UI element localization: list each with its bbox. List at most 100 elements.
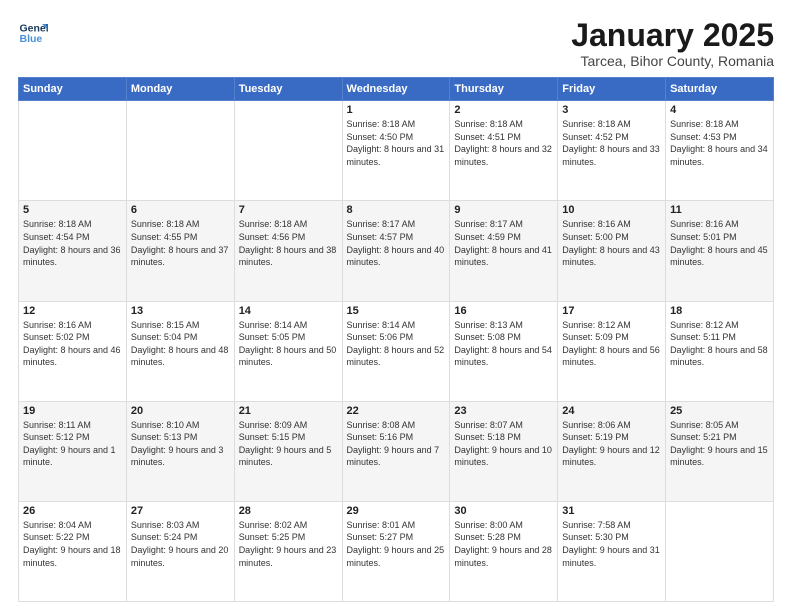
calendar-week-row: 5 Sunrise: 8:18 AM Sunset: 4:54 PM Daylig… — [19, 201, 774, 301]
table-row: 1 Sunrise: 8:18 AM Sunset: 4:50 PM Daylig… — [342, 101, 450, 201]
logo-icon: General Blue — [18, 18, 48, 48]
day-info: Sunrise: 8:10 AM Sunset: 5:13 PM Dayligh… — [131, 419, 230, 469]
day-number: 14 — [239, 305, 338, 317]
day-number: 4 — [670, 104, 769, 116]
calendar-header-row: Sunday Monday Tuesday Wednesday Thursday… — [19, 78, 774, 101]
col-wednesday: Wednesday — [342, 78, 450, 101]
page: General Blue January 2025 Tarcea, Bihor … — [0, 0, 792, 612]
day-number: 1 — [347, 104, 446, 116]
logo: General Blue — [18, 18, 48, 48]
col-saturday: Saturday — [666, 78, 774, 101]
day-number: 16 — [454, 305, 553, 317]
day-number: 21 — [239, 405, 338, 417]
day-info: Sunrise: 8:01 AM Sunset: 5:27 PM Dayligh… — [347, 519, 446, 569]
day-info: Sunrise: 8:06 AM Sunset: 5:19 PM Dayligh… — [562, 419, 661, 469]
day-number: 22 — [347, 405, 446, 417]
day-number: 25 — [670, 405, 769, 417]
calendar-week-row: 1 Sunrise: 8:18 AM Sunset: 4:50 PM Daylig… — [19, 101, 774, 201]
table-row: 21 Sunrise: 8:09 AM Sunset: 5:15 PM Dayli… — [234, 401, 342, 501]
table-row: 7 Sunrise: 8:18 AM Sunset: 4:56 PM Daylig… — [234, 201, 342, 301]
day-info: Sunrise: 8:11 AM Sunset: 5:12 PM Dayligh… — [23, 419, 122, 469]
table-row: 8 Sunrise: 8:17 AM Sunset: 4:57 PM Daylig… — [342, 201, 450, 301]
day-info: Sunrise: 8:12 AM Sunset: 5:11 PM Dayligh… — [670, 319, 769, 369]
table-row — [234, 101, 342, 201]
table-row: 5 Sunrise: 8:18 AM Sunset: 4:54 PM Daylig… — [19, 201, 127, 301]
day-info: Sunrise: 8:07 AM Sunset: 5:18 PM Dayligh… — [454, 419, 553, 469]
day-info: Sunrise: 8:18 AM Sunset: 4:52 PM Dayligh… — [562, 118, 661, 168]
day-number: 13 — [131, 305, 230, 317]
table-row: 9Sunrise: 8:17 AM Sunset: 4:59 PM Daylig… — [450, 201, 558, 301]
table-row: 31 Sunrise: 7:58 AM Sunset: 5:30 PM Dayli… — [558, 501, 666, 601]
day-info: Sunrise: 8:18 AM Sunset: 4:51 PM Dayligh… — [454, 118, 553, 168]
day-number: 28 — [239, 505, 338, 517]
table-row: 13Sunrise: 8:15 AM Sunset: 5:04 PM Dayli… — [126, 301, 234, 401]
day-info: Sunrise: 8:08 AM Sunset: 5:16 PM Dayligh… — [347, 419, 446, 469]
day-info: Sunrise: 8:18 AM Sunset: 4:55 PM Dayligh… — [131, 218, 230, 268]
table-row: 26 Sunrise: 8:04 AM Sunset: 5:22 PM Dayli… — [19, 501, 127, 601]
table-row — [19, 101, 127, 201]
day-number: 18 — [670, 305, 769, 317]
day-info: Sunrise: 8:04 AM Sunset: 5:22 PM Dayligh… — [23, 519, 122, 569]
table-row: 14Sunrise: 8:14 AM Sunset: 5:05 PM Dayli… — [234, 301, 342, 401]
day-number: 10 — [562, 204, 661, 216]
day-info: Sunrise: 8:18 AM Sunset: 4:50 PM Dayligh… — [347, 118, 446, 168]
col-friday: Friday — [558, 78, 666, 101]
title-block: January 2025 Tarcea, Bihor County, Roman… — [571, 18, 774, 69]
svg-text:Blue: Blue — [20, 33, 43, 45]
col-thursday: Thursday — [450, 78, 558, 101]
day-number: 31 — [562, 505, 661, 517]
table-row: 28 Sunrise: 8:02 AM Sunset: 5:25 PM Dayli… — [234, 501, 342, 601]
table-row: 27 Sunrise: 8:03 AM Sunset: 5:24 PM Dayli… — [126, 501, 234, 601]
table-row: 18 Sunrise: 8:12 AM Sunset: 5:11 PM Dayli… — [666, 301, 774, 401]
day-info: Sunrise: 8:16 AM Sunset: 5:02 PM Dayligh… — [23, 319, 122, 369]
col-monday: Monday — [126, 78, 234, 101]
col-tuesday: Tuesday — [234, 78, 342, 101]
day-number: 19 — [23, 405, 122, 417]
day-info: Sunrise: 8:12 AM Sunset: 5:09 PM Dayligh… — [562, 319, 661, 369]
table-row: 11 Sunrise: 8:16 AM Sunset: 5:01 PM Dayli… — [666, 201, 774, 301]
main-title: January 2025 — [571, 18, 774, 53]
day-info: Sunrise: 8:09 AM Sunset: 5:15 PM Dayligh… — [239, 419, 338, 469]
table-row: 2 Sunrise: 8:18 AM Sunset: 4:51 PM Daylig… — [450, 101, 558, 201]
table-row: 17 Sunrise: 8:12 AM Sunset: 5:09 PM Dayli… — [558, 301, 666, 401]
calendar-week-row: 19 Sunrise: 8:11 AM Sunset: 5:12 PM Dayli… — [19, 401, 774, 501]
header: General Blue January 2025 Tarcea, Bihor … — [18, 18, 774, 69]
day-number: 20 — [131, 405, 230, 417]
day-info: Sunrise: 8:03 AM Sunset: 5:24 PM Dayligh… — [131, 519, 230, 569]
day-number: 8 — [347, 204, 446, 216]
day-info: Sunrise: 8:17 AM Sunset: 4:57 PM Dayligh… — [347, 218, 446, 268]
day-info: Sunrise: 8:05 AM Sunset: 5:21 PM Dayligh… — [670, 419, 769, 469]
day-info: Sunrise: 8:18 AM Sunset: 4:56 PM Dayligh… — [239, 218, 338, 268]
table-row: 4 Sunrise: 8:18 AM Sunset: 4:53 PM Daylig… — [666, 101, 774, 201]
day-info: Sunrise: 8:02 AM Sunset: 5:25 PM Dayligh… — [239, 519, 338, 569]
table-row: 22 Sunrise: 8:08 AM Sunset: 5:16 PM Dayli… — [342, 401, 450, 501]
day-info: Sunrise: 8:16 AM Sunset: 5:00 PM Dayligh… — [562, 218, 661, 268]
day-number: 2 — [454, 104, 553, 116]
table-row: 12 Sunrise: 8:16 AM Sunset: 5:02 PM Dayli… — [19, 301, 127, 401]
day-info: Sunrise: 8:16 AM Sunset: 5:01 PM Dayligh… — [670, 218, 769, 268]
table-row: 23Sunrise: 8:07 AM Sunset: 5:18 PM Dayli… — [450, 401, 558, 501]
day-number: 27 — [131, 505, 230, 517]
table-row: 24Sunrise: 8:06 AM Sunset: 5:19 PM Dayli… — [558, 401, 666, 501]
day-number: 7 — [239, 204, 338, 216]
day-number: 5 — [23, 204, 122, 216]
day-number: 26 — [23, 505, 122, 517]
day-info: Sunrise: 8:18 AM Sunset: 4:54 PM Dayligh… — [23, 218, 122, 268]
day-number: 9 — [454, 204, 553, 216]
day-info: Sunrise: 8:18 AM Sunset: 4:53 PM Dayligh… — [670, 118, 769, 168]
calendar-week-row: 12 Sunrise: 8:16 AM Sunset: 5:02 PM Dayli… — [19, 301, 774, 401]
table-row: 20 Sunrise: 8:10 AM Sunset: 5:13 PM Dayli… — [126, 401, 234, 501]
day-number: 15 — [347, 305, 446, 317]
table-row: 25 Sunrise: 8:05 AM Sunset: 5:21 PM Dayli… — [666, 401, 774, 501]
day-info: Sunrise: 8:14 AM Sunset: 5:06 PM Dayligh… — [347, 319, 446, 369]
day-number: 12 — [23, 305, 122, 317]
day-info: Sunrise: 7:58 AM Sunset: 5:30 PM Dayligh… — [562, 519, 661, 569]
col-sunday: Sunday — [19, 78, 127, 101]
day-number: 11 — [670, 204, 769, 216]
table-row: 10 Sunrise: 8:16 AM Sunset: 5:00 PM Dayli… — [558, 201, 666, 301]
table-row: 19 Sunrise: 8:11 AM Sunset: 5:12 PM Dayli… — [19, 401, 127, 501]
day-number: 30 — [454, 505, 553, 517]
calendar-table: Sunday Monday Tuesday Wednesday Thursday… — [18, 77, 774, 602]
day-info: Sunrise: 8:13 AM Sunset: 5:08 PM Dayligh… — [454, 319, 553, 369]
day-number: 17 — [562, 305, 661, 317]
